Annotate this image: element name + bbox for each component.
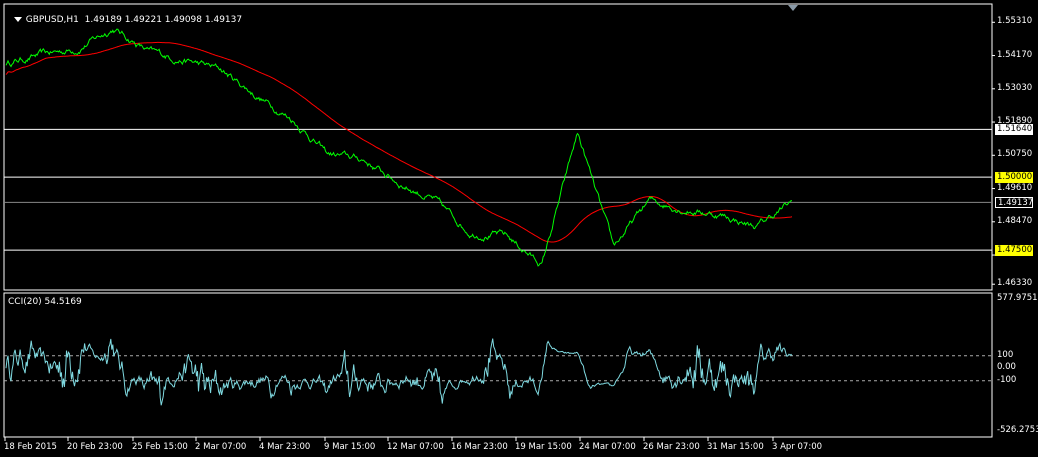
time-axis-label: 24 Mar 07:00 [579, 442, 636, 452]
cci-axis-label: 100 [997, 349, 1014, 360]
time-axis-label: 31 Mar 15:00 [707, 442, 764, 452]
time-axis-label: 19 Mar 15:00 [515, 442, 572, 452]
time-axis-ticks [4, 437, 774, 441]
ohlc-values: 1.49189 1.49221 1.49098 1.49137 [84, 15, 243, 25]
time-axis-label: 25 Feb 15:00 [132, 442, 188, 452]
level-price-label: 1.50000 [995, 171, 1033, 183]
time-axis-label: 12 Mar 07:00 [387, 442, 444, 452]
time-axis-label: 20 Feb 23:00 [67, 442, 123, 452]
time-axis-label: 9 Mar 15:00 [324, 442, 376, 452]
cci-axis-label: -100 [997, 374, 1017, 385]
chart-canvas[interactable] [0, 0, 1038, 457]
cci-panel[interactable] [3, 292, 993, 438]
time-axis-label: 18 Feb 2015 [4, 442, 57, 452]
time-axis-label: 2 Mar 07:00 [195, 442, 247, 452]
price-axis-label: 1.49610 [997, 182, 1033, 193]
cci-axis-label: 0.00 [997, 362, 1016, 373]
price-panel[interactable] [3, 3, 993, 291]
cci-header: CCI(20) 54.5169 [8, 297, 82, 307]
time-axis-label: 3 Apr 07:00 [772, 442, 823, 452]
cci-axis-label: 577.9751 [997, 293, 1038, 303]
price-axis-label: 1.54170 [997, 49, 1033, 60]
time-axis-label: 26 Mar 23:00 [643, 442, 700, 452]
cci-axis-label: -526.2753 [997, 425, 1038, 435]
price-axis-label: 1.46330 [997, 278, 1033, 289]
level-price-label: 1.47500 [995, 244, 1033, 256]
symbol-timeframe: GBPUSD,H1 [25, 15, 79, 25]
price-axis-label: 1.48470 [997, 215, 1033, 226]
level-price-label: 1.49137 [995, 196, 1033, 208]
moving-average-line [5, 41, 793, 243]
chart-shift-marker[interactable] [788, 5, 798, 11]
price-axis-label: 1.50750 [997, 149, 1033, 160]
level-price-label: 1.51640 [995, 123, 1033, 135]
chart-header: GBPUSD,H1 1.49189 1.49221 1.49098 1.4913… [8, 5, 242, 25]
price-axis-label: 1.53030 [997, 82, 1033, 93]
cci-series-line [5, 338, 793, 406]
price-series-line [5, 28, 793, 267]
dropdown-triangle-icon[interactable] [13, 17, 22, 22]
time-axis-label: 16 Mar 23:00 [451, 442, 508, 452]
price-axis-label: 1.55310 [997, 16, 1033, 27]
time-axis-label: 4 Mar 23:00 [259, 442, 311, 452]
